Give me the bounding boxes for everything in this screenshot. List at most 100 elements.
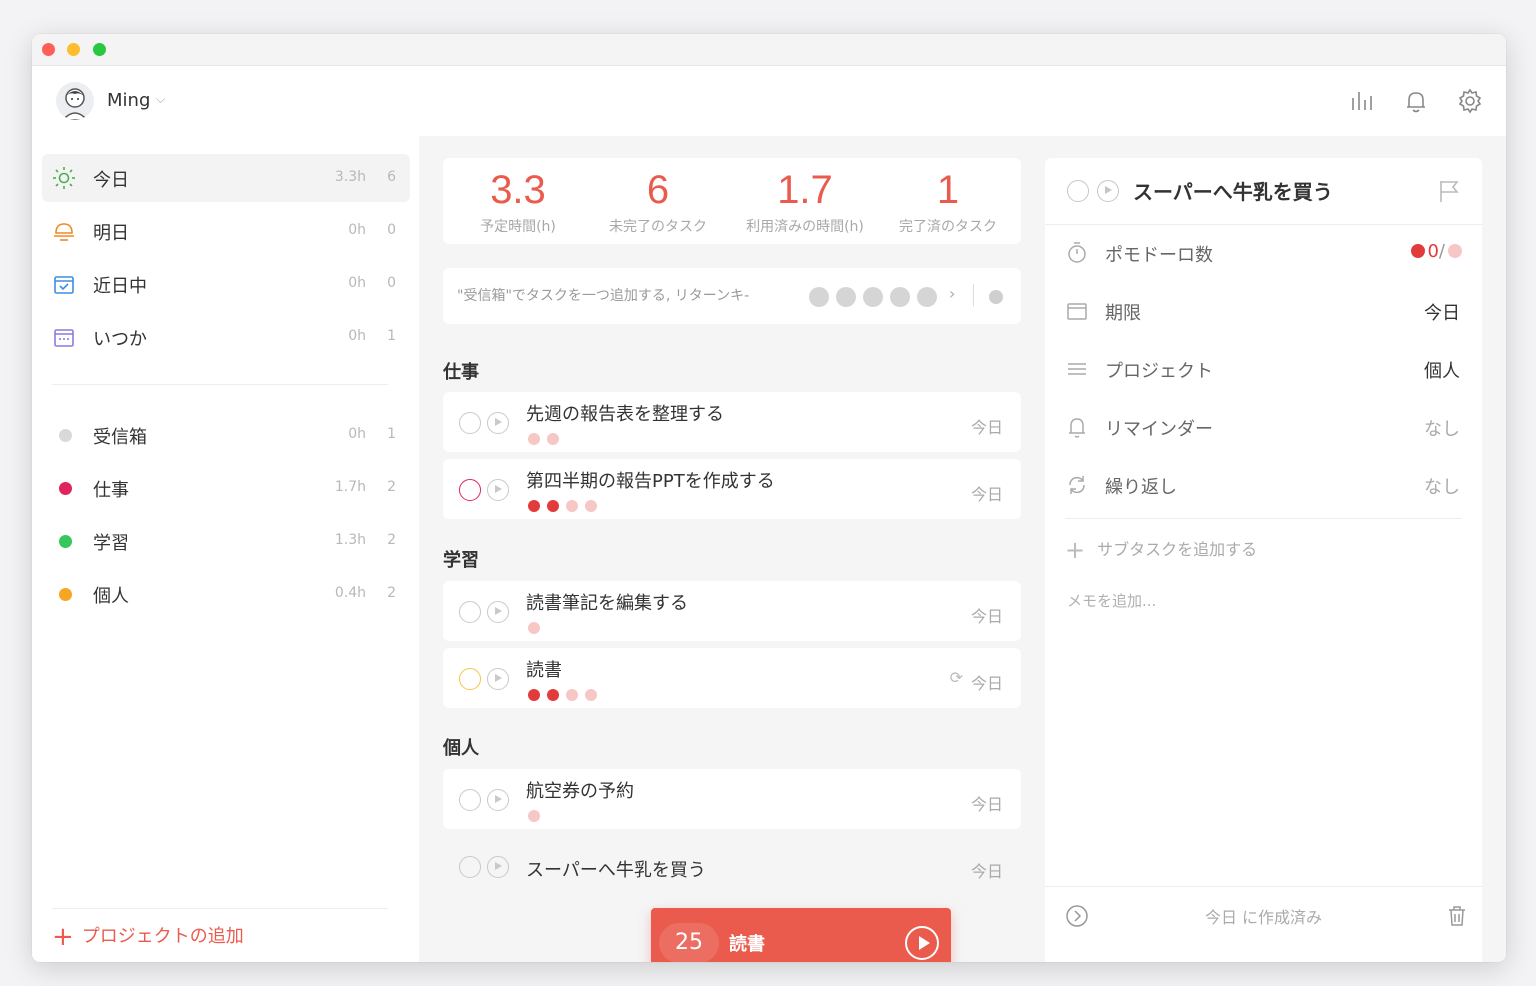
task-row[interactable]: スーパーへ牛乳を買う 今日 — [443, 836, 1021, 896]
detail-row-reminder[interactable]: リマインダー なし — [1045, 398, 1482, 456]
sidebar-item-count: 2 — [387, 479, 396, 495]
task-checkbox[interactable] — [459, 668, 481, 690]
play-icon[interactable] — [487, 856, 509, 878]
repeat-icon — [1069, 476, 1085, 494]
chevron-right-icon[interactable]: › — [949, 284, 955, 303]
detail-row-label: プロジェクト — [1105, 361, 1213, 382]
project-color-dot — [59, 482, 72, 495]
play-icon[interactable] — [487, 479, 509, 501]
add-project-label: プロジェクトの追加 — [81, 926, 244, 947]
detail-row-due[interactable]: 期限 今日 — [1045, 282, 1482, 340]
sidebar-item-hours: 0h — [348, 426, 366, 442]
sun-icon — [53, 167, 75, 189]
stat-value: 3.3 — [490, 168, 546, 212]
stats-card: 3.3 予定時間(h) 6 未完了のタスク 1.7 利用済みの時間(h) 1 完… — [443, 158, 1021, 244]
bell-icon — [1069, 418, 1085, 438]
sidebar-item-upcoming[interactable]: 近日中 0h 0 — [42, 260, 410, 308]
task-row[interactable]: 読書筆記を編集する 今日 — [443, 581, 1021, 641]
group-title-work: 仕事 — [443, 362, 479, 383]
quick-add-divider — [973, 284, 974, 306]
calendar-icon — [1067, 303, 1087, 320]
task-title: 航空券の予約 — [526, 781, 634, 802]
detail-row-pomodoro[interactable]: ポモドーロ数 0/ — [1045, 224, 1482, 282]
group-title-study: 学習 — [443, 550, 479, 571]
play-icon[interactable] — [487, 601, 509, 623]
zoom-window-button[interactable] — [93, 43, 106, 56]
stat-value: 6 — [646, 168, 670, 212]
task-due: 今日 — [970, 795, 1003, 814]
close-window-button[interactable] — [42, 43, 55, 56]
task-row[interactable]: 読書 ⟳ 今日 — [443, 648, 1021, 708]
user-name[interactable]: Ming — [107, 90, 150, 111]
tomato-icon — [528, 500, 540, 512]
sidebar-item-hours: 3.3h — [334, 169, 366, 185]
task-title: 先週の報告表を整理する — [526, 404, 724, 425]
task-checkbox[interactable] — [459, 412, 481, 434]
pomodoro-estimate-icon[interactable] — [890, 287, 910, 307]
detail-row-project[interactable]: プロジェクト 個人 — [1045, 340, 1482, 398]
task-checkbox[interactable] — [459, 479, 481, 501]
plus-icon: + — [1065, 536, 1086, 564]
sidebar-item-count: 1 — [387, 328, 396, 344]
gear-icon[interactable] — [1457, 88, 1483, 114]
sidebar-item-personal[interactable]: 個人 0.4h 2 — [42, 570, 410, 618]
detail-task-title[interactable]: スーパーへ牛乳を買う — [1133, 176, 1333, 205]
play-icon[interactable] — [905, 926, 939, 960]
app-window: Ming ⌵ 今日 3.3h 6 明日 0h 0 近日中 0h 0 いつか 0h… — [32, 34, 1506, 962]
sidebar-item-count: 6 — [387, 169, 396, 185]
tomato-icon — [547, 689, 559, 701]
trash-icon[interactable] — [1445, 904, 1469, 928]
pomodoro-estimate-icon[interactable] — [917, 287, 937, 307]
task-title: 読書筆記を編集する — [526, 593, 688, 614]
play-icon[interactable] — [487, 668, 509, 690]
task-row[interactable]: 航空券の予約 今日 — [443, 769, 1021, 829]
play-icon[interactable] — [1097, 180, 1119, 202]
statistics-icon[interactable] — [1348, 88, 1374, 114]
pomodoro-estimate-icon[interactable] — [836, 287, 856, 307]
sidebar-item-label: 受信箱 — [93, 427, 147, 448]
stat-pending-tasks: 6 未完了のタスク — [583, 166, 733, 236]
pomodoro-task-name: 読書 — [729, 934, 765, 955]
sidebar-item-today[interactable]: 今日 3.3h 6 — [42, 154, 410, 202]
avatar[interactable] — [56, 82, 94, 120]
sidebar-item-tomorrow[interactable]: 明日 0h 0 — [42, 207, 410, 255]
task-title: スーパーへ牛乳を買う — [526, 860, 706, 881]
detail-divider — [1065, 518, 1462, 519]
stat-estimated-time: 3.3 予定時間(h) — [443, 166, 593, 236]
stopwatch-icon — [1068, 242, 1086, 263]
task-row[interactable]: 第四半期の報告PPTを作成する 今日 — [443, 459, 1021, 519]
group-title-personal: 個人 — [443, 738, 479, 759]
sidebar-item-someday[interactable]: いつか 0h 1 — [42, 313, 410, 361]
pomodoro-estimate-icon[interactable] — [809, 287, 829, 307]
add-project-button[interactable]: + プロジェクトの追加 — [52, 922, 244, 952]
tomato-icon — [1411, 244, 1426, 258]
note-input[interactable]: メモを追加... — [1067, 590, 1156, 611]
add-subtask-button[interactable]: + サブタスクを追加する — [1065, 536, 1257, 564]
pomodoro-count-separator: / — [1438, 241, 1445, 262]
sidebar-item-label: いつか — [93, 329, 147, 350]
sidebar-item-label: 個人 — [93, 586, 129, 607]
task-checkbox[interactable] — [459, 601, 481, 623]
project-picker-dot[interactable] — [989, 290, 1003, 304]
detail-row-repeat[interactable]: 繰り返し なし — [1045, 456, 1482, 514]
task-row[interactable]: 先週の報告表を整理する 今日 — [443, 392, 1021, 452]
chevron-down-icon[interactable]: ⌵ — [156, 92, 165, 107]
task-checkbox[interactable] — [1067, 180, 1089, 202]
pomodoro-count[interactable]: 0/ — [1411, 241, 1462, 262]
project-color-dot — [59, 588, 72, 601]
detail-row-label: 繰り返し — [1105, 477, 1177, 498]
sidebar-item-work[interactable]: 仕事 1.7h 2 — [42, 464, 410, 512]
sidebar-item-inbox[interactable]: 受信箱 0h 1 — [42, 411, 410, 459]
bell-icon[interactable] — [1403, 88, 1429, 114]
play-icon[interactable] — [487, 412, 509, 434]
task-checkbox[interactable] — [459, 789, 481, 811]
play-icon[interactable] — [487, 789, 509, 811]
minimize-window-button[interactable] — [67, 43, 80, 56]
sidebar-item-study[interactable]: 学習 1.3h 2 — [42, 517, 410, 565]
pomodoro-minutes: 25 — [659, 923, 719, 962]
task-checkbox[interactable] — [459, 856, 481, 878]
pomodoro-timer-bar[interactable]: 25 読書 — [651, 908, 951, 962]
flag-icon[interactable] — [1436, 178, 1462, 204]
pomodoro-estimate-icon[interactable] — [863, 287, 883, 307]
quick-add-input[interactable] — [457, 282, 817, 310]
